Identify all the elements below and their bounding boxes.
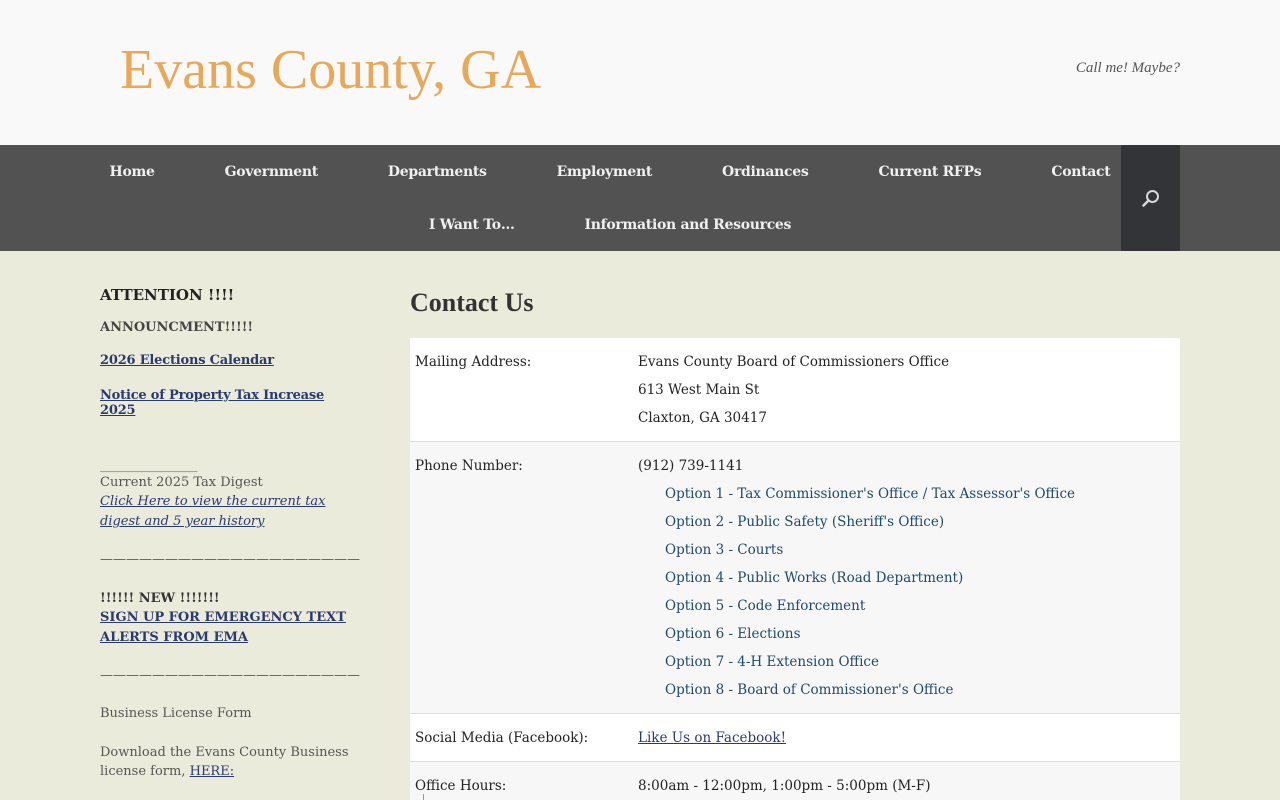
main-content: Contact Us Mailing Address: Evans County… bbox=[410, 286, 1180, 800]
mailing-line: 613 West Main St bbox=[638, 382, 760, 398]
phone-option: Option 4 - Public Works (Road Department… bbox=[665, 570, 964, 586]
nav-item-ordinances[interactable]: Ordinances bbox=[687, 164, 843, 180]
contact-table: Mailing Address: Evans County Board of C… bbox=[410, 338, 1180, 800]
mailing-address-value: Evans County Board of Commissioners Offi… bbox=[633, 338, 1180, 442]
elections-calendar-link[interactable]: 2026 Elections Calendar bbox=[100, 353, 360, 368]
phone-option: Option 5 - Code Enforcement bbox=[665, 598, 866, 614]
nav-item-departments[interactable]: Departments bbox=[353, 164, 522, 180]
site-header: Evans County, GA Call me! Maybe? bbox=[0, 0, 1280, 145]
nav-item-current-rfps[interactable]: Current RFPs bbox=[843, 164, 1016, 180]
table-row: Mailing Address: Evans County Board of C… bbox=[410, 338, 1180, 442]
social-media-value: Like Us on Facebook! bbox=[633, 714, 1180, 762]
property-tax-notice-link[interactable]: Notice of Property Tax Increase 2025 bbox=[100, 388, 360, 418]
main-navigation: Home Government Departments Employment O… bbox=[0, 145, 1280, 251]
sidebar-divider: —————————————————————- bbox=[100, 668, 360, 683]
nav-item-i-want-to[interactable]: I Want To… bbox=[394, 217, 550, 233]
new-label: !!!!!! NEW !!!!!!! bbox=[100, 591, 220, 606]
nav-row-primary: Home Government Departments Employment O… bbox=[105, 145, 1115, 198]
site-tagline: Call me! Maybe? bbox=[1075, 60, 1180, 76]
nav-row-secondary: I Want To… Information and Resources bbox=[105, 198, 1115, 251]
mailing-line: Evans County Board of Commissioners Offi… bbox=[638, 354, 950, 370]
sidebar-announcement: ANNOUNCMENT!!!!! bbox=[100, 320, 254, 335]
office-hours-label: Office Hours: bbox=[415, 778, 507, 794]
search-icon bbox=[1141, 190, 1159, 207]
mailing-address-label: Mailing Address: bbox=[415, 354, 532, 370]
phone-option: Option 2 - Public Safety (Sheriff's Offi… bbox=[665, 514, 945, 530]
phone-number-value: (912) 739-1141 Option 1 - Tax Commission… bbox=[633, 442, 1180, 714]
search-button[interactable] bbox=[1121, 145, 1180, 251]
phone-option: Option 8 - Board of Commissioner's Offic… bbox=[665, 682, 954, 698]
office-hours-value: 8:00am - 12:00pm, 1:00pm - 5:00pm (M-F) bbox=[638, 778, 931, 794]
page-title: Contact Us bbox=[410, 288, 534, 317]
nav-item-information-resources[interactable]: Information and Resources bbox=[550, 217, 827, 233]
nav-item-home[interactable]: Home bbox=[75, 164, 190, 180]
table-row: Office Hours: 8:00am - 12:00pm, 1:00pm -… bbox=[410, 761, 1180, 800]
content-divider bbox=[423, 794, 424, 800]
sidebar-divider: ————————————————————— bbox=[100, 552, 360, 567]
ema-alerts-link[interactable]: SIGN UP FOR EMERGENCY TEXT ALERTS FROM E… bbox=[100, 608, 360, 648]
phone-option: Option 6 - Elections bbox=[665, 626, 801, 642]
social-media-label: Social Media (Facebook): bbox=[415, 730, 589, 746]
business-license-link[interactable]: HERE: bbox=[190, 764, 234, 779]
business-license-title: Business License Form bbox=[100, 706, 252, 721]
phone-option: Option 1 - Tax Commissioner's Office / T… bbox=[665, 486, 1076, 502]
facebook-link[interactable]: Like Us on Facebook! bbox=[638, 730, 786, 746]
sidebar-heading: ATTENTION !!!! bbox=[100, 286, 235, 304]
tax-digest-label: Current 2025 Tax Digest bbox=[100, 475, 263, 490]
phone-option: Option 7 - 4-H Extension Office bbox=[665, 654, 879, 670]
sidebar-divider: _______________ bbox=[100, 459, 198, 473]
mailing-line: Claxton, GA 30417 bbox=[638, 410, 767, 426]
nav-item-employment[interactable]: Employment bbox=[522, 164, 687, 180]
phone-number: (912) 739-1141 bbox=[638, 458, 744, 474]
nav-item-government[interactable]: Government bbox=[190, 164, 353, 180]
phone-option: Option 3 - Courts bbox=[665, 542, 784, 558]
tax-digest-link[interactable]: Click Here to view the current tax diges… bbox=[100, 492, 360, 532]
table-row: Social Media (Facebook): Like Us on Face… bbox=[410, 713, 1180, 762]
table-row: Phone Number: (912) 739-1141 Option 1 - … bbox=[410, 441, 1180, 714]
business-license-text: Download the Evans County Business licen… bbox=[100, 743, 360, 781]
phone-number-label: Phone Number: bbox=[415, 458, 523, 474]
site-title[interactable]: Evans County, GA bbox=[120, 39, 541, 102]
sidebar: ATTENTION !!!! ANNOUNCMENT!!!!! 2026 Ele… bbox=[100, 286, 360, 781]
